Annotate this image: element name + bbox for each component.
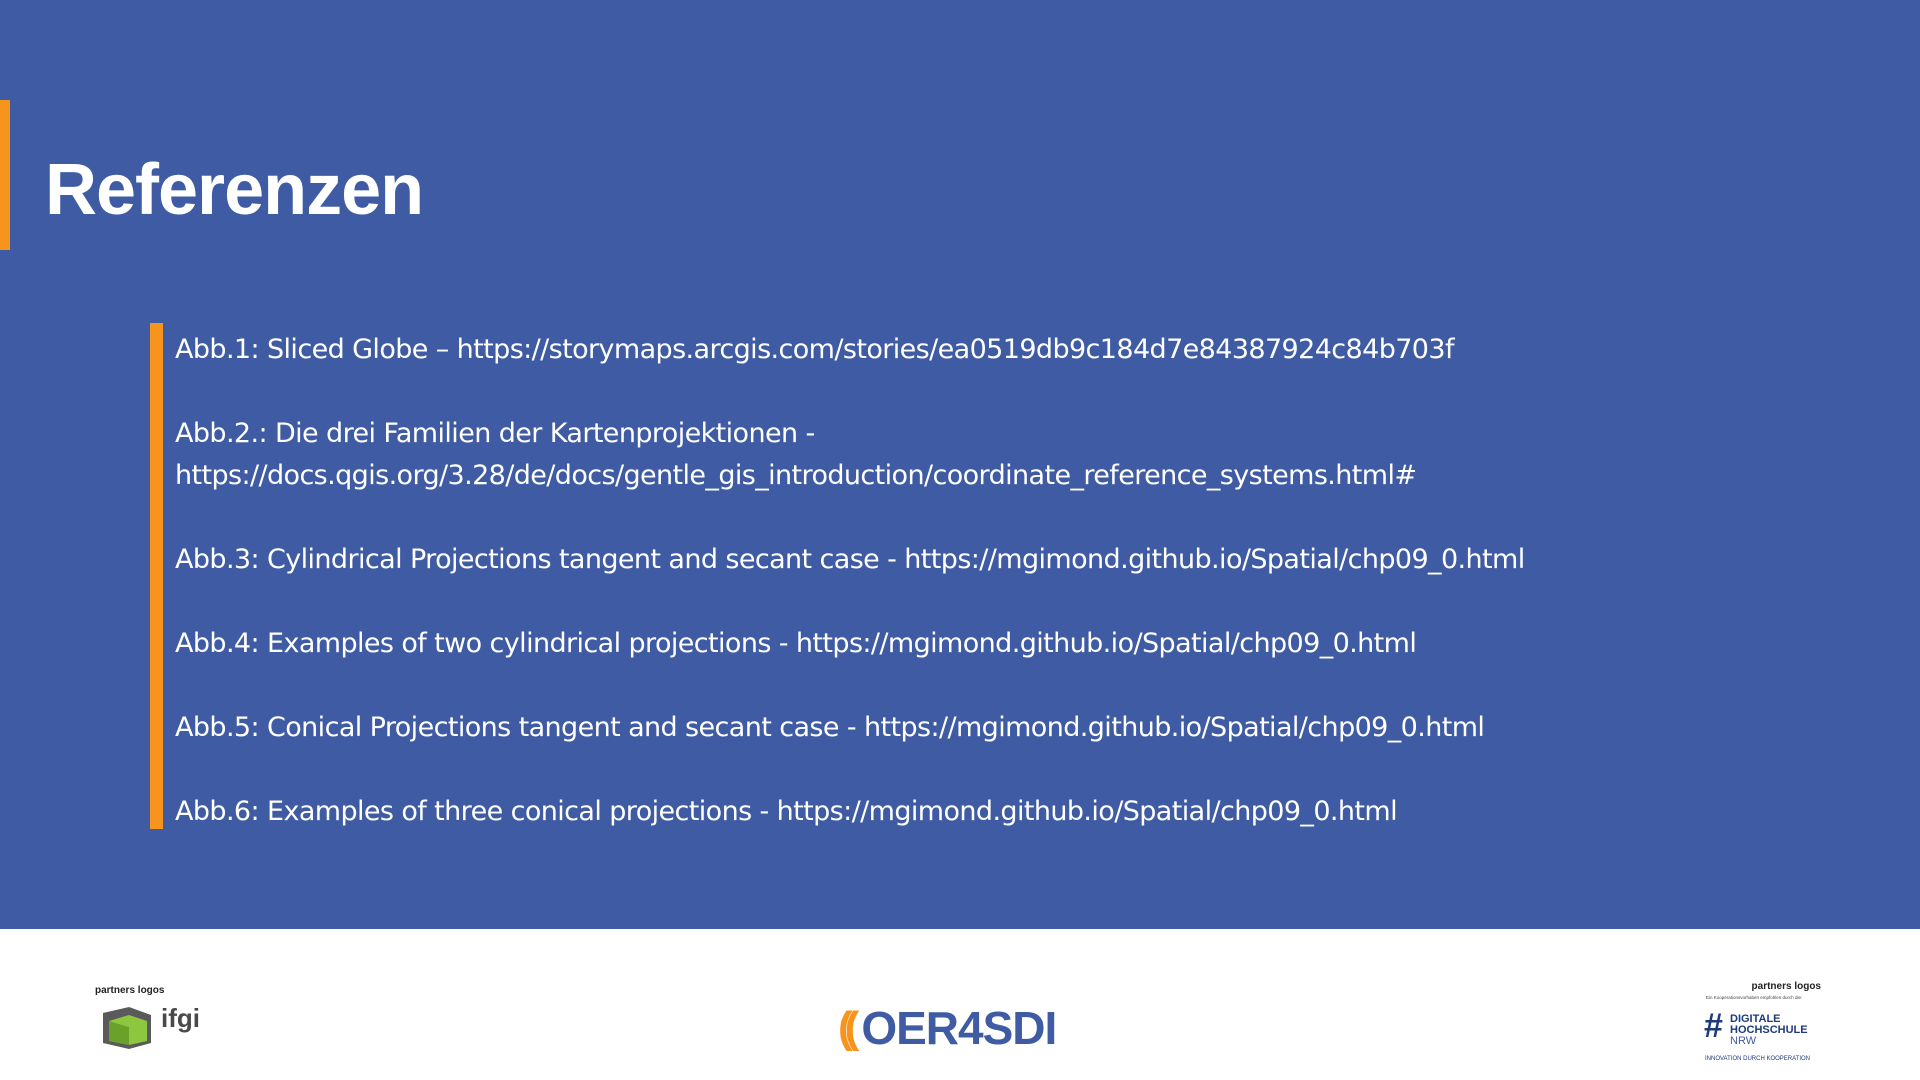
reference-item: Abb.6: Examples of three conical project…	[175, 791, 1710, 833]
dh-tagline: INNOVATION DURCH KOOPERATION	[1705, 1056, 1811, 1062]
reference-text: Abb.4: Examples of two cylindrical proje…	[175, 628, 1417, 659]
slide: Referenzen Abb.1: Sliced Globe – https:/…	[0, 0, 1920, 1080]
partner-logo-left: partners logos ifgi	[95, 985, 215, 1055]
reference-item: Abb.2.: Die drei Familien der Kartenproj…	[175, 413, 1710, 497]
oer4sdi-mark-icon: ((	[838, 1003, 860, 1052]
oer4sdi-logo: (( OER4SDI	[838, 1002, 1057, 1054]
partner-caption: partners logos	[1751, 981, 1821, 992]
title-accent-bar	[0, 100, 10, 250]
reference-link: https://docs.qgis.org/3.28/de/docs/gentl…	[175, 460, 1417, 491]
reference-item: Abb.5: Conical Projections tangent and s…	[175, 707, 1710, 749]
reference-text: Abb.3: Cylindrical Projections tangent a…	[175, 544, 1525, 575]
footer: partners logos ifgi (( OER4SDI partners …	[0, 929, 1920, 1080]
oer4sdi-wordmark: OER4SDI	[861, 1002, 1057, 1054]
reference-text: Abb.5: Conical Projections tangent and s…	[175, 712, 1485, 743]
reference-text: Abb.2.: Die drei Familien der Kartenproj…	[175, 418, 815, 449]
slide-content-area: Referenzen Abb.1: Sliced Globe – https:/…	[0, 0, 1920, 929]
reference-text: Abb.6: Examples of three conical project…	[175, 796, 1398, 827]
partner-logo-right: partners logos Ein Kooperationsvorhaben …	[1700, 981, 1825, 1071]
reference-item: Abb.1: Sliced Globe – https://storymaps.…	[175, 329, 1710, 371]
reference-item: Abb.3: Cylindrical Projections tangent a…	[175, 539, 1710, 581]
dh-line-3: NRW	[1730, 1035, 1757, 1047]
ifgi-logo-text: ifgi	[161, 1003, 200, 1033]
digitale-hochschule-logo: DIGITALE HOCHSCHULE NRW	[1730, 1014, 1808, 1047]
reference-text: Abb.1: Sliced Globe – https://storymaps.…	[175, 334, 1454, 365]
hashtag-icon: #	[1704, 1007, 1723, 1045]
reference-list: Abb.1: Sliced Globe – https://storymaps.…	[150, 323, 1710, 829]
slide-title: Referenzen	[45, 150, 424, 230]
partner-subcaption: Ein Kooperationsvorhaben empfohlen durch…	[1706, 995, 1803, 1000]
reference-item: Abb.4: Examples of two cylindrical proje…	[175, 623, 1710, 665]
partner-caption: partners logos	[95, 985, 165, 996]
